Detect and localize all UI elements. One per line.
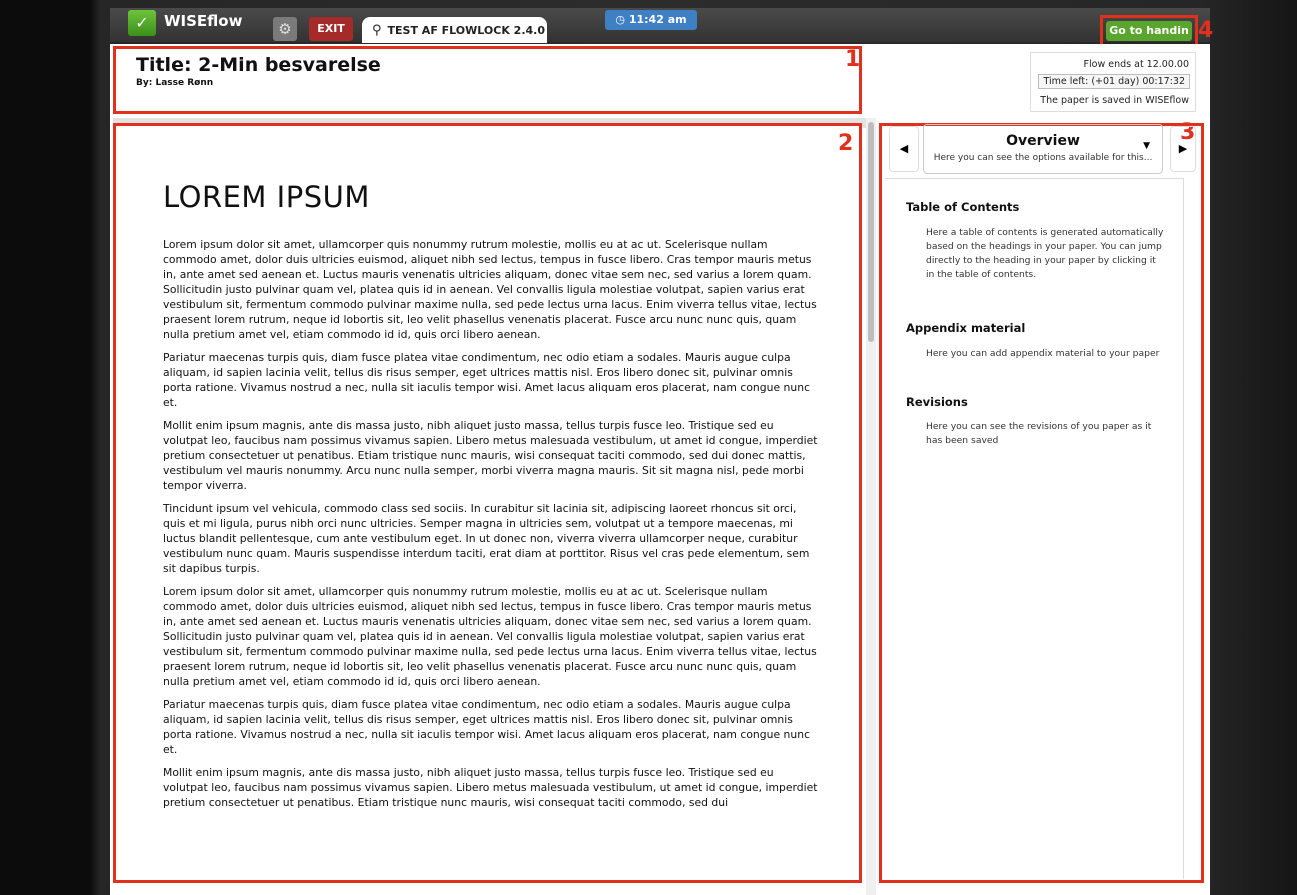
- flow-tab-label: TEST AF FLOWLOCK 2.4.0: [387, 23, 545, 37]
- chevron-down-icon: ▼: [1143, 141, 1150, 151]
- document-paragraph: Lorem ipsum dolor sit amet, ullamcorper …: [163, 585, 817, 688]
- callout-number-4: 4: [1198, 18, 1214, 43]
- callout-number-2: 2: [838, 131, 854, 156]
- clock-icon: ◷: [615, 13, 629, 26]
- paper-title: Title: 2-Min besvarelse: [136, 54, 381, 76]
- document-body: Lorem ipsum dolor sit amet, ullamcorper …: [163, 237, 818, 818]
- panel-selector[interactable]: Overview Here you can see the options av…: [923, 124, 1163, 174]
- gear-icon: ⚙: [278, 20, 292, 38]
- settings-button[interactable]: ⚙: [273, 17, 297, 41]
- brand-name: WISEflow: [164, 12, 243, 30]
- section-title-revisions: Revisions: [906, 395, 968, 409]
- panel-selector-title: Overview: [1006, 133, 1080, 149]
- section-title-appendix: Appendix material: [906, 321, 1026, 335]
- section-title-toc: Table of Contents: [906, 200, 1020, 214]
- document-paragraph: Mollit enim ipsum magnis, ante dis massa…: [163, 766, 818, 809]
- exit-button[interactable]: EXIT: [309, 17, 353, 41]
- scrollbar-thumb[interactable]: [868, 122, 874, 342]
- section-text-appendix: Here you can add appendix material to yo…: [926, 348, 1160, 359]
- callout-number-1: 1: [845, 47, 861, 72]
- flow-info-panel: Flow ends at 12.00.00 Time left: (+01 da…: [1030, 52, 1196, 112]
- flowlock-icon: ⚲: [372, 22, 382, 38]
- time-left-badge: Time left: (+01 day) 00:17:32: [1038, 74, 1190, 89]
- panel-prev-button[interactable]: ◀: [889, 126, 919, 172]
- caret-right-icon: ▶: [1178, 142, 1188, 155]
- flow-ends-text: Flow ends at 12.00.00: [1083, 59, 1189, 70]
- flow-tab[interactable]: ⚲ TEST AF FLOWLOCK 2.4.0: [362, 17, 547, 43]
- wiseflow-logo-icon: ✓: [128, 10, 156, 36]
- panel-next-button[interactable]: ▶: [1170, 126, 1196, 172]
- panel-selector-subtitle: Here you can see the options available f…: [933, 153, 1153, 163]
- document-heading: LOREM IPSUM: [163, 180, 370, 214]
- document-paragraph: Tincidunt ipsum vel vehicula, commodo cl…: [163, 502, 810, 575]
- section-text-toc: Here a table of contents is generated au…: [926, 227, 1164, 280]
- clock-time: 11:42 am: [628, 13, 687, 26]
- document-paragraph: Lorem ipsum dolor sit amet, ullamcorper …: [163, 238, 817, 341]
- caret-left-icon: ◀: [899, 142, 909, 155]
- editor-scrollbar[interactable]: [866, 118, 876, 895]
- panel-body: [885, 178, 1184, 879]
- paper-author: By: Lasse Rønn: [136, 78, 214, 88]
- document-paragraph: Pariatur maecenas turpis quis, diam fusc…: [163, 698, 811, 756]
- clock-badge: ◷ 11:42 am: [605, 10, 697, 30]
- saved-status-text: The paper is saved in WISEflow: [1040, 95, 1189, 106]
- section-text-revisions: Here you can see the revisions of you pa…: [926, 421, 1152, 446]
- document-paragraph: Pariatur maecenas turpis quis, diam fusc…: [163, 351, 811, 409]
- document-paragraph: Mollit enim ipsum magnis, ante dis massa…: [163, 419, 818, 492]
